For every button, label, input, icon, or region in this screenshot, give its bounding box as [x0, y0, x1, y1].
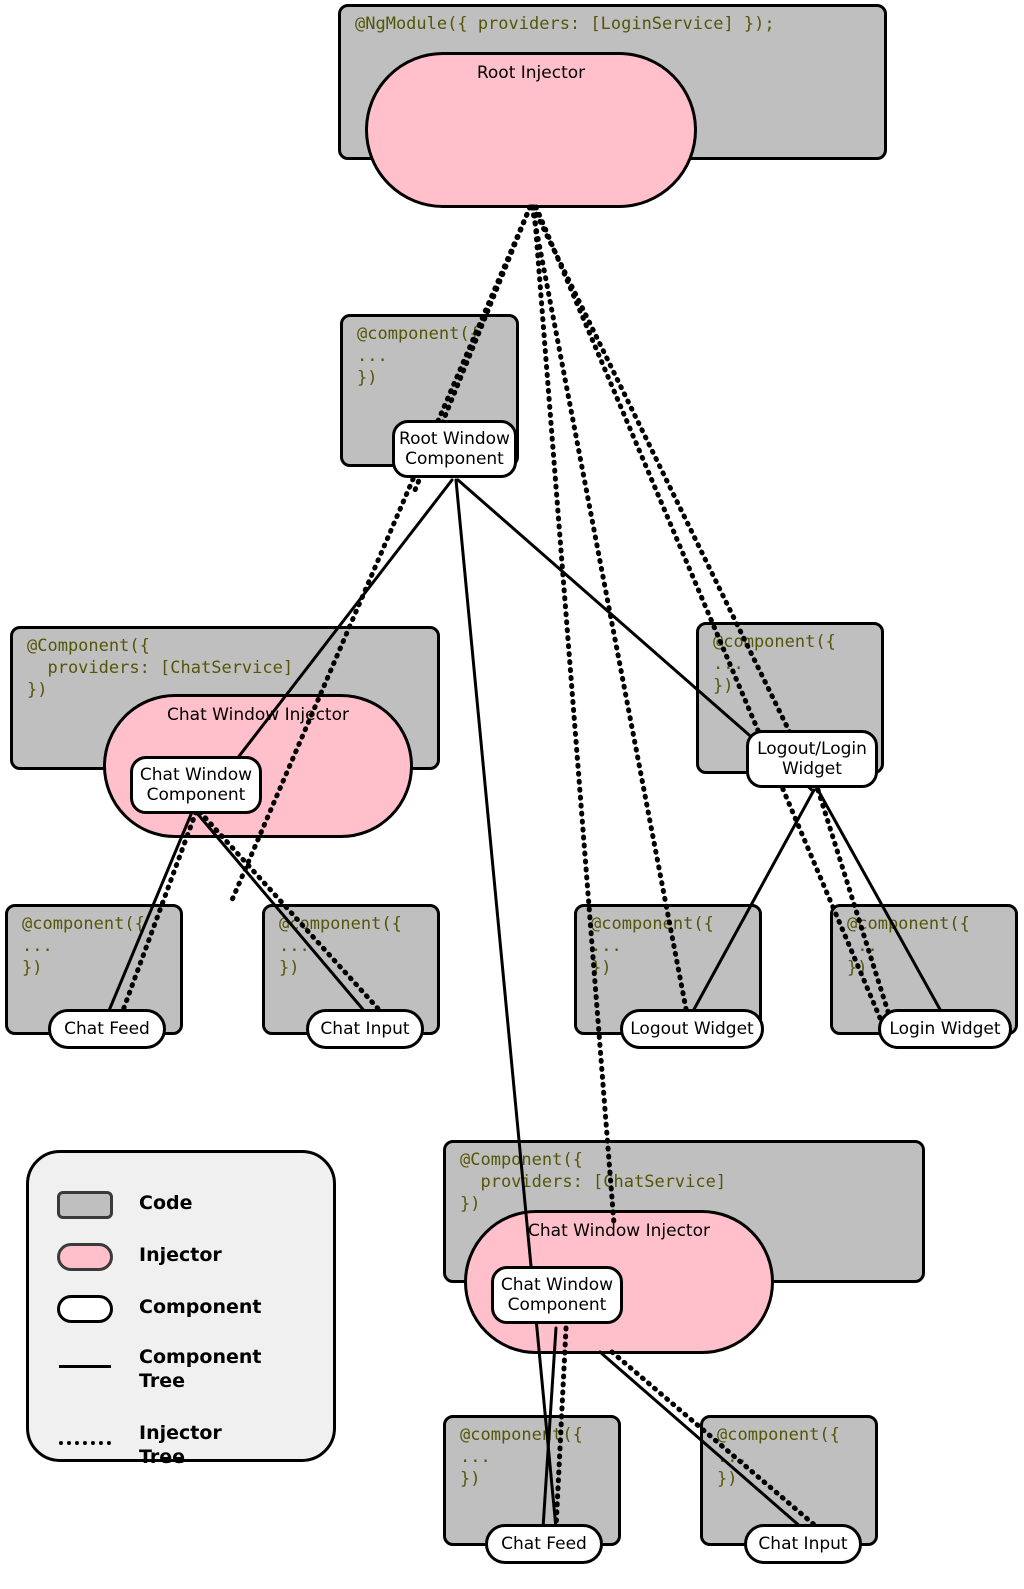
code-text-chat-window-bottom: @Component({ providers: [ChatService] })	[460, 1150, 727, 1214]
component-login-widget[interactable]: Login Widget	[878, 1009, 1012, 1049]
legend-swatch-injector	[57, 1243, 113, 1271]
component-logout-login-widget-label: Logout/Login Widget	[757, 739, 867, 779]
edge-injector-root-to-chat-window-bottom	[531, 204, 617, 1227]
legend-label-code: Code	[139, 1192, 193, 1214]
component-chat-feed-1[interactable]: Chat Feed	[48, 1009, 166, 1049]
injector-chat-window-bottom-label: Chat Window Injector	[528, 1221, 710, 1241]
component-login-widget-label: Login Widget	[889, 1019, 1001, 1039]
injector-chat-window-left-label: Chat Window Injector	[167, 705, 349, 725]
component-chat-feed-2-label: Chat Feed	[501, 1534, 587, 1554]
component-root-window[interactable]: Root Window Component	[392, 420, 517, 478]
code-text-chat-feed-2: @component({ ... })	[460, 1425, 583, 1489]
component-chat-feed-1-label: Chat Feed	[64, 1019, 150, 1039]
component-logout-widget-label: Logout Widget	[630, 1019, 754, 1039]
legend-label-component: Component	[139, 1296, 262, 1318]
legend-item-component: Component	[57, 1295, 261, 1323]
legend-item-component-tree: Component Tree	[57, 1345, 261, 1393]
component-root-window-label: Root Window Component	[399, 429, 510, 469]
legend-swatch-component	[57, 1295, 113, 1323]
code-text-logout-widget: @component({ ... })	[591, 914, 714, 978]
edge-root-window-to-chat-window-bottom	[454, 478, 558, 1530]
component-chat-input-2-label: Chat Input	[758, 1534, 848, 1554]
diagram-canvas: @NgModule({ providers: [LoginService] })…	[0, 0, 1024, 1589]
component-chat-input-2[interactable]: Chat Input	[744, 1524, 862, 1564]
component-chat-window-bottom-label: Chat Window Component	[500, 1275, 614, 1315]
component-chat-window-bottom[interactable]: Chat Window Component	[491, 1266, 623, 1324]
legend-line-dotted-icon	[57, 1421, 113, 1449]
legend-label-component-tree: Component Tree	[139, 1346, 262, 1392]
component-chat-window-left[interactable]: Chat Window Component	[130, 756, 262, 814]
code-text-login-widget: @component({ ... })	[847, 914, 970, 978]
injector-root-label: Root Injector	[476, 63, 586, 83]
component-logout-widget[interactable]: Logout Widget	[620, 1009, 764, 1049]
component-chat-input-1-label: Chat Input	[320, 1019, 410, 1039]
component-chat-input-1[interactable]: Chat Input	[306, 1009, 424, 1049]
component-chat-window-left-label: Chat Window Component	[139, 765, 253, 805]
legend-item-injector: Injector	[57, 1243, 222, 1271]
legend-swatch-code	[57, 1191, 113, 1219]
legend-line-solid-icon	[57, 1345, 113, 1373]
component-chat-feed-2[interactable]: Chat Feed	[485, 1524, 603, 1564]
code-text-chat-input-2: @component({ ... })	[717, 1425, 840, 1489]
code-text-root-window: @component({ ... })	[357, 324, 480, 388]
code-text-logout-login: @component({ ... })	[713, 632, 836, 696]
code-text-root-module: @NgModule({ providers: [LoginService] })…	[355, 14, 775, 34]
legend: Code Injector Component Component Tree I…	[26, 1150, 336, 1468]
code-text-chat-input-1: @component({ ... })	[279, 914, 402, 978]
legend-item-code: Code	[57, 1191, 192, 1219]
injector-root[interactable]: Root Injector	[365, 52, 697, 208]
edge-injector-root-to-login-widget	[533, 204, 883, 1021]
component-logout-login-widget[interactable]: Logout/Login Widget	[746, 730, 878, 788]
legend-label-injector-tree: Injector Tree	[139, 1422, 222, 1468]
code-text-chat-feed-1: @component({ ... })	[22, 914, 145, 978]
code-text-chat-window-left: @Component({ providers: [ChatService] })	[27, 636, 294, 700]
legend-item-injector-tree: Injector Tree	[57, 1421, 222, 1469]
legend-label-injector: Injector	[139, 1244, 222, 1266]
